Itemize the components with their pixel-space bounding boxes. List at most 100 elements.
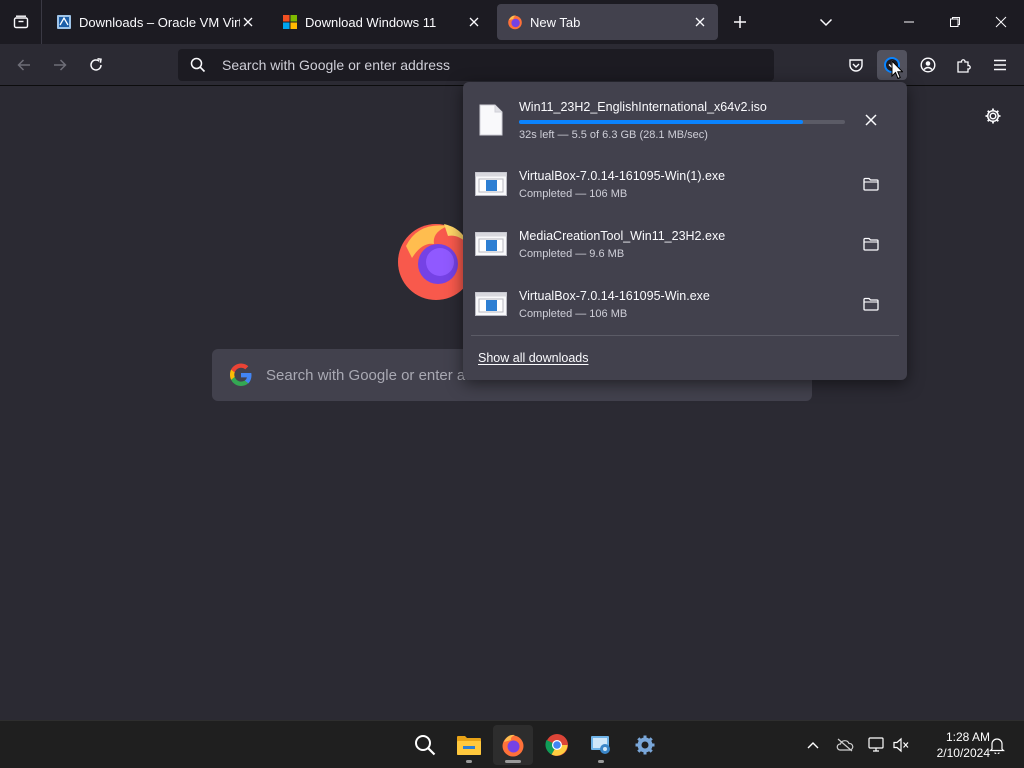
control-panel-icon	[591, 736, 610, 754]
onedrive-tray-button[interactable]	[833, 731, 857, 759]
account-button[interactable]	[913, 50, 943, 80]
settings-icon	[635, 735, 655, 755]
downloads-panel: Win11_23H2_EnglishInternational_x64v2.is…	[463, 82, 907, 380]
extensions-button[interactable]	[949, 50, 979, 80]
download-filename: Win11_23H2_EnglishInternational_x64v2.is…	[519, 99, 767, 114]
minimize-icon	[904, 21, 914, 23]
taskbar-chrome[interactable]	[537, 725, 577, 765]
download-progress-bar	[519, 119, 845, 124]
show-hidden-icons-button[interactable]	[801, 731, 825, 759]
tab-title: Download Windows 11	[305, 14, 437, 30]
network-tray-button[interactable]	[865, 731, 889, 759]
tab-strip: Downloads – Oracle VM VirtualBox Downloa…	[0, 0, 1024, 44]
tab-virtualbox-downloads[interactable]: Downloads – Oracle VM VirtualBox	[46, 4, 266, 40]
restore-icon	[950, 17, 960, 27]
download-item[interactable]: Win11_23H2_EnglishInternational_x64v2.is…	[471, 90, 899, 150]
back-button[interactable]	[9, 50, 39, 80]
pocket-button[interactable]	[841, 50, 871, 80]
tab-new-tab[interactable]: New Tab	[497, 4, 718, 40]
taskbar-control-panel[interactable]	[581, 725, 621, 765]
download-status: Completed — 106 MB	[519, 307, 628, 320]
back-arrow-icon	[17, 59, 30, 71]
folder-icon	[863, 297, 879, 311]
cancel-icon	[865, 114, 877, 126]
cancel-download-button[interactable]	[855, 104, 887, 136]
chrome-icon	[545, 734, 568, 756]
download-item[interactable]: MediaCreationTool_Win11_23H2.exe Complet…	[471, 214, 899, 274]
windows-icon	[283, 15, 297, 29]
show-all-downloads-button[interactable]: Show all downloads	[471, 344, 899, 372]
minimize-button[interactable]	[886, 0, 932, 44]
tab-title: Downloads – Oracle VM VirtualBox	[79, 14, 240, 30]
file-icon	[475, 104, 507, 136]
plus-icon	[734, 16, 746, 28]
close-icon	[469, 17, 479, 27]
notifications-button[interactable]	[985, 731, 1009, 759]
pocket-icon	[849, 59, 863, 72]
close-icon	[995, 16, 1007, 28]
forward-arrow-icon	[54, 59, 67, 71]
restore-button[interactable]	[932, 0, 978, 44]
show-all-downloads-label: Show all downloads	[478, 351, 589, 365]
reload-icon	[90, 58, 102, 71]
close-icon	[695, 17, 705, 27]
google-logo-icon	[230, 363, 252, 386]
close-tab-button[interactable]	[466, 14, 482, 30]
extensions-icon	[957, 59, 971, 73]
volume-muted-icon	[893, 737, 909, 753]
volume-tray-button[interactable]	[889, 731, 913, 759]
download-item[interactable]: VirtualBox-7.0.14-161095-Win.exe Complet…	[471, 274, 899, 334]
show-in-folder-button[interactable]	[855, 228, 887, 260]
navigation-toolbar	[0, 44, 1024, 86]
app-menu-button[interactable]	[985, 50, 1015, 80]
windows-taskbar: 1:28 AM 2/10/2024	[0, 720, 1024, 768]
download-item[interactable]: VirtualBox-7.0.14-161095-Win(1).exe Comp…	[471, 154, 899, 214]
download-status: Completed — 9.6 MB	[519, 247, 625, 260]
running-indicator	[505, 760, 521, 763]
firefox-icon	[508, 15, 522, 30]
close-icon	[243, 17, 253, 27]
close-window-button[interactable]	[978, 0, 1024, 44]
download-filename: VirtualBox-7.0.14-161095-Win.exe	[519, 288, 710, 303]
firefox-icon	[502, 734, 524, 757]
taskbar-file-explorer[interactable]	[449, 725, 489, 765]
panel-divider	[471, 335, 899, 336]
running-indicator	[466, 760, 472, 763]
mouse-cursor-icon	[891, 60, 903, 80]
clock-time: 1:28 AM	[945, 730, 990, 744]
gear-icon	[985, 108, 1001, 124]
account-icon	[920, 57, 936, 73]
exe-icon	[475, 288, 507, 320]
reload-button[interactable]	[81, 50, 111, 80]
close-tab-button[interactable]	[240, 14, 256, 30]
download-status: 32s left — 5.5 of 6.3 GB (28.1 MB/sec)	[519, 128, 708, 141]
taskbar-search-button[interactable]	[405, 725, 445, 765]
folder-icon	[863, 177, 879, 191]
close-tab-button[interactable]	[692, 14, 708, 30]
download-progress-fill	[519, 119, 803, 124]
address-bar[interactable]	[178, 49, 774, 81]
clock-date: 2/10/2024	[936, 746, 990, 760]
show-in-folder-button[interactable]	[855, 288, 887, 320]
exe-icon	[475, 168, 507, 200]
forward-button[interactable]	[45, 50, 75, 80]
virtualbox-icon	[57, 15, 71, 29]
personalize-new-tab-button[interactable]	[980, 103, 1006, 129]
taskbar-firefox[interactable]	[493, 725, 533, 765]
download-filename: MediaCreationTool_Win11_23H2.exe	[519, 228, 726, 243]
exe-icon	[475, 228, 507, 260]
tab-download-windows-11[interactable]: Download Windows 11	[272, 4, 492, 40]
search-icon	[190, 57, 208, 73]
new-tab-button[interactable]	[728, 10, 752, 34]
tab-title: New Tab	[530, 14, 581, 30]
address-input[interactable]	[222, 57, 774, 73]
running-indicator	[598, 760, 604, 763]
system-clock[interactable]: 1:28 AM 2/10/2024	[916, 729, 990, 761]
list-all-tabs-button[interactable]	[814, 10, 838, 34]
show-in-folder-button[interactable]	[855, 168, 887, 200]
hamburger-menu-icon	[994, 59, 1006, 71]
taskbar-settings[interactable]	[625, 725, 665, 765]
search-icon	[415, 735, 436, 756]
tab-overview-button[interactable]	[0, 0, 42, 44]
download-filename: VirtualBox-7.0.14-161095-Win(1).exe	[519, 168, 726, 183]
